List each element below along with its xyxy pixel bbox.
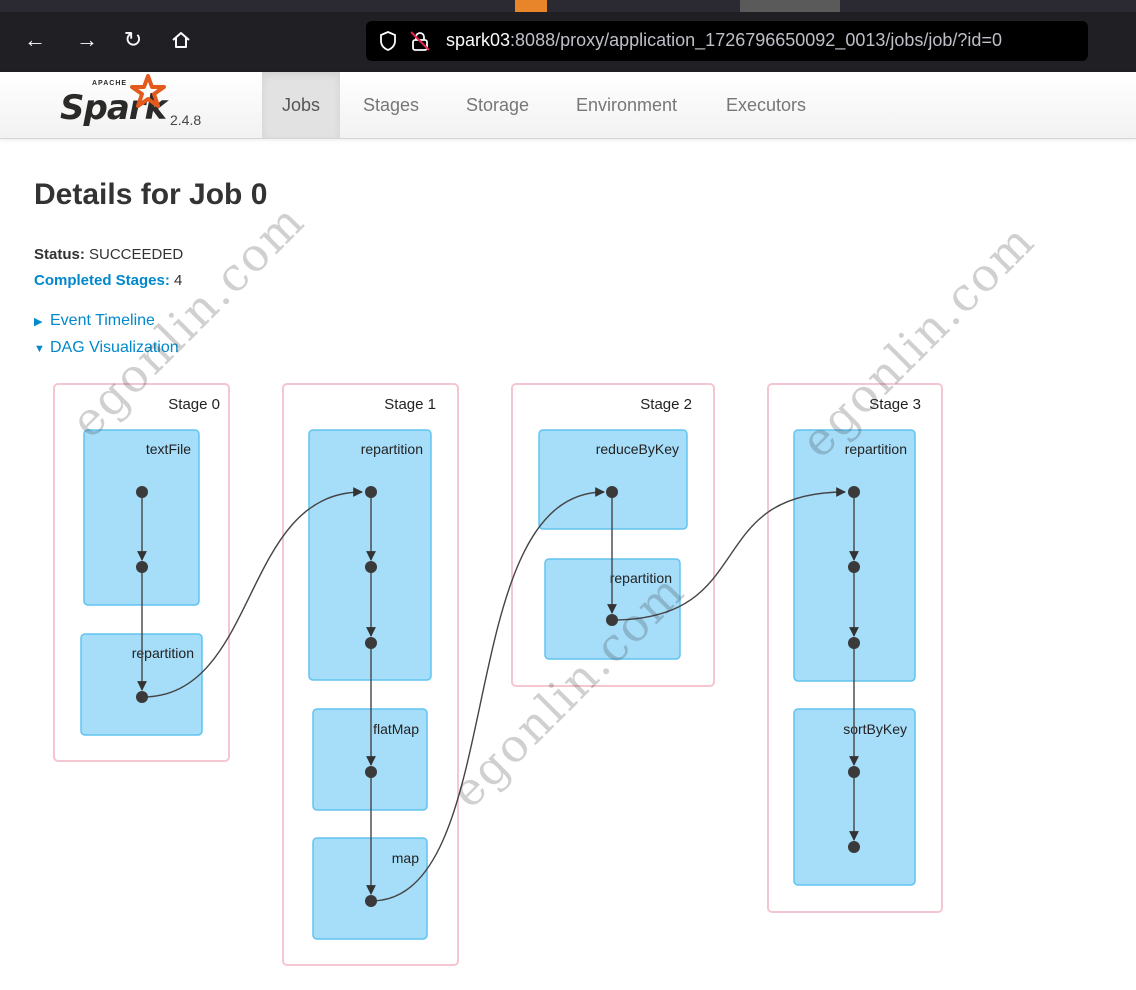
dag-svg: Stage 0 Stage 1 Stage 2 Stage 3 textFile… (53, 383, 943, 966)
rdd-node[interactable] (848, 841, 860, 853)
rdd-node[interactable] (365, 486, 377, 498)
operation-label: repartition (845, 441, 907, 457)
operation-label: flatMap (373, 721, 419, 737)
spark-star-icon (130, 74, 166, 108)
tab-stages[interactable]: Stages (343, 72, 439, 138)
tab-strip (0, 0, 1136, 12)
address-bar[interactable]: spark03:8088/proxy/application_172679665… (366, 21, 1088, 61)
event-timeline-label: Event Timeline (50, 312, 155, 329)
url-path: :8088/proxy/application_1726796650092_00… (510, 30, 1002, 50)
url-host: spark03 (446, 30, 511, 50)
rdd-node[interactable] (606, 614, 618, 626)
job-status: Status: SUCCEEDED (34, 246, 183, 263)
rdd-node[interactable] (365, 637, 377, 649)
tab-indicator (515, 0, 547, 12)
rdd-node[interactable] (848, 766, 860, 778)
stage-label: Stage 1 (384, 396, 436, 413)
spark-version: 2.4.8 (170, 112, 202, 128)
caret-right-icon: ▶ (34, 316, 43, 328)
status-value: SUCCEEDED (89, 246, 184, 263)
operation-label: textFile (146, 441, 191, 457)
insecure-lock-icon[interactable] (410, 30, 430, 52)
status-label: Status: (34, 246, 85, 263)
url-text[interactable]: spark03:8088/proxy/application_172679665… (446, 30, 1002, 51)
rdd-node[interactable] (136, 561, 148, 573)
page-title: Details for Job 0 (34, 178, 268, 211)
rdd-node[interactable] (365, 895, 377, 907)
rdd-node[interactable] (136, 691, 148, 703)
operation-label: repartition (610, 570, 672, 586)
tab-storage[interactable]: Storage (446, 72, 549, 138)
rdd-node[interactable] (606, 486, 618, 498)
spark-navbar: APACHE Spark 2.4.8 Jobs Stages Storage E… (0, 72, 1136, 139)
operation-label: repartition (361, 441, 423, 457)
operation-label: sortByKey (843, 721, 907, 737)
operation-label: repartition (132, 645, 194, 661)
stage-label: Stage 2 (640, 396, 692, 413)
event-timeline-toggle[interactable]: ▶ Event Timeline (34, 312, 155, 330)
dag-visualization-label: DAG Visualization (50, 339, 179, 356)
tab-environment[interactable]: Environment (556, 72, 697, 138)
back-icon[interactable]: ← (22, 27, 48, 53)
completed-stages: Completed Stages: 4 (34, 272, 182, 289)
operation-label: map (392, 850, 419, 866)
dag-visualization: Stage 0 Stage 1 Stage 2 Stage 3 textFile… (0, 370, 1136, 990)
tab-jobs[interactable]: Jobs (262, 72, 341, 138)
brand-apache: APACHE (92, 80, 128, 87)
completed-stages-count: 4 (174, 272, 183, 289)
caret-down-icon: ▼ (34, 343, 45, 355)
reload-icon[interactable]: ↻ (120, 27, 146, 53)
completed-stages-link[interactable]: Completed Stages: (34, 272, 170, 289)
rdd-node[interactable] (365, 561, 377, 573)
stage-label: Stage 0 (168, 396, 220, 413)
dag-visualization-toggle[interactable]: ▼ DAG Visualization (34, 339, 179, 357)
tab-indicator (740, 0, 840, 12)
operation-label: reduceByKey (596, 441, 679, 457)
browser-chrome: ← → ↻ spark03:8088/proxy/application_172… (0, 0, 1136, 72)
stage-label: Stage 3 (869, 396, 921, 413)
rdd-node[interactable] (365, 766, 377, 778)
tab-executors[interactable]: Executors (706, 72, 826, 138)
forward-icon[interactable]: → (74, 27, 100, 53)
rdd-node[interactable] (848, 637, 860, 649)
shield-icon[interactable] (380, 31, 396, 51)
rdd-node[interactable] (848, 561, 860, 573)
rdd-node[interactable] (136, 486, 148, 498)
home-icon[interactable] (168, 27, 194, 53)
rdd-node[interactable] (848, 486, 860, 498)
spark-logo[interactable]: APACHE Spark 2.4.8 (60, 74, 220, 134)
